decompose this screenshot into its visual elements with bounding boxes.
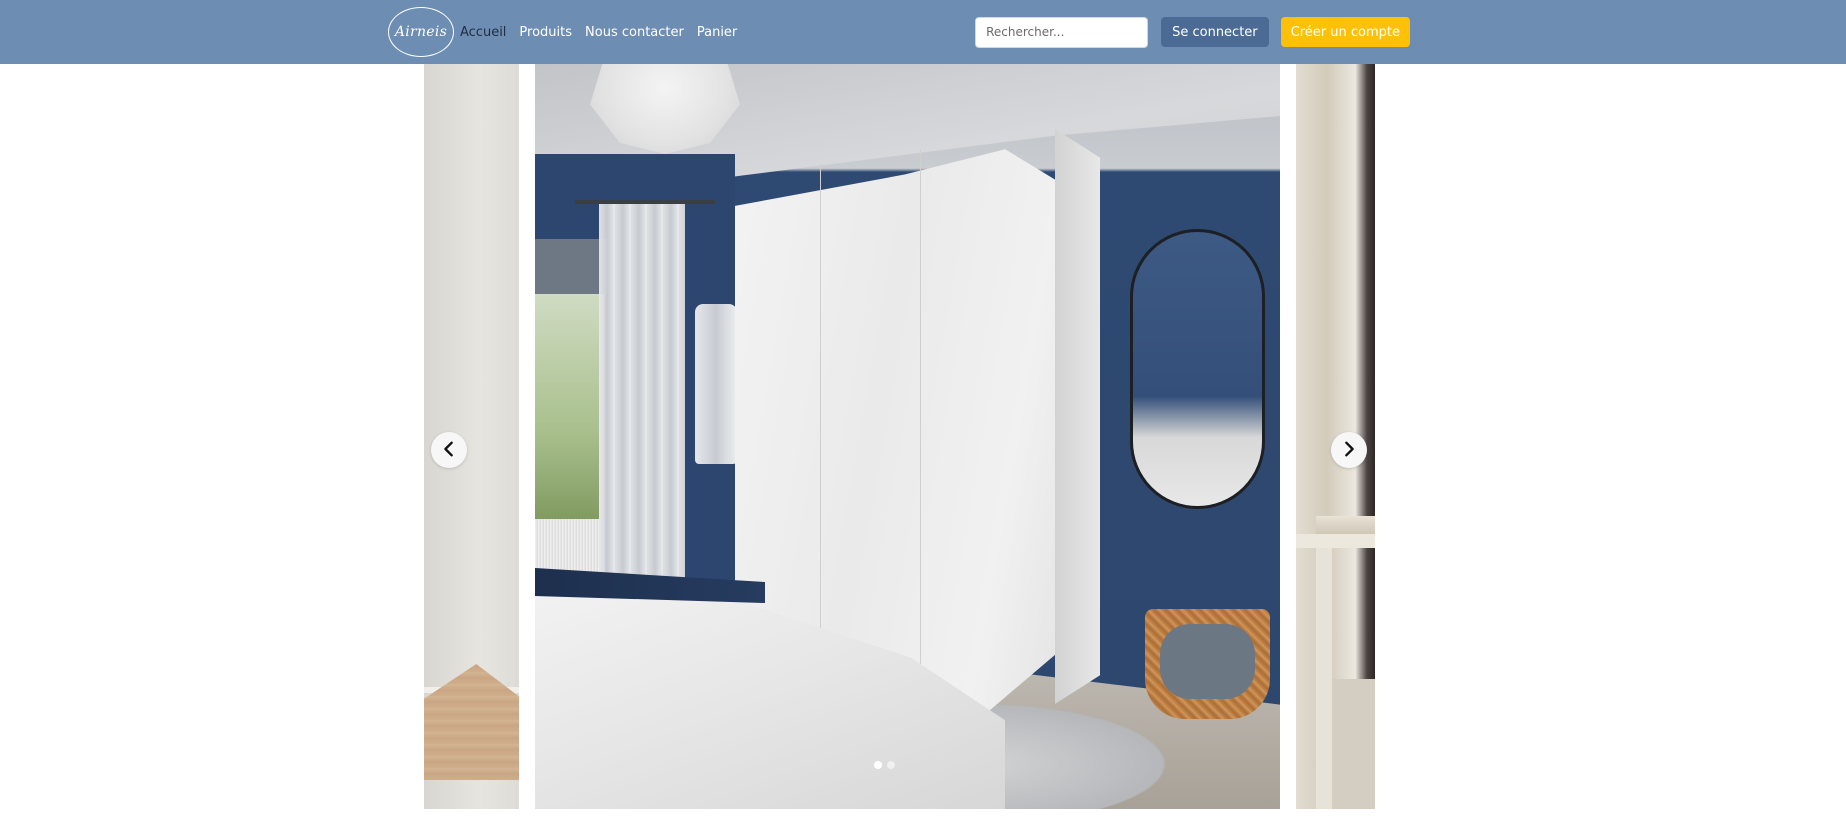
signup-button[interactable]: Créer un compte: [1280, 17, 1410, 47]
carousel-slide-active: [535, 64, 1280, 809]
slide-books: [1316, 516, 1375, 534]
carousel-indicator-1[interactable]: [874, 761, 882, 769]
hero-carousel: [424, 64, 1375, 809]
nav-link-produits[interactable]: Produits: [519, 25, 572, 40]
slide-floor: [424, 664, 519, 780]
navbar-container: Airneis Accueil Produits Nous contacter …: [388, 0, 1410, 64]
slide-side-table: [1296, 534, 1375, 548]
slide-basket-content: [1160, 624, 1255, 699]
wardrobe-door-line: [820, 164, 821, 684]
slide-curtain: [599, 204, 685, 594]
carousel-prev-button[interactable]: [431, 432, 467, 468]
slide-window-blind: [535, 239, 607, 294]
slide-table-leg: [1316, 548, 1332, 809]
wardrobe-door-line: [920, 149, 921, 699]
main-nav: Accueil Produits Nous contacter Panier: [460, 25, 750, 40]
slide-mirror: [1130, 229, 1265, 509]
navbar-actions: Se connecter Créer un compte: [975, 16, 1410, 48]
slide-floor-right: [1332, 679, 1375, 809]
nav-link-nous-contacter[interactable]: Nous contacter: [585, 25, 684, 40]
chevron-left-icon: [440, 440, 458, 461]
chevron-right-icon: [1340, 440, 1358, 461]
carousel-indicator-2[interactable]: [887, 761, 895, 769]
nav-link-accueil[interactable]: Accueil: [460, 25, 506, 40]
navbar: Airneis Accueil Produits Nous contacter …: [0, 0, 1846, 64]
slide-wardrobe-side: [1055, 129, 1100, 704]
slide-bathrobe: [695, 304, 737, 464]
carousel-next-button[interactable]: [1331, 432, 1367, 468]
carousel-indicators: [874, 761, 895, 769]
login-button[interactable]: Se connecter: [1161, 17, 1269, 47]
brand-logo-text: Airneis: [394, 24, 448, 40]
nav-link-panier[interactable]: Panier: [697, 25, 737, 40]
brand-logo[interactable]: Airneis: [388, 7, 454, 57]
search-input[interactable]: [975, 16, 1149, 48]
